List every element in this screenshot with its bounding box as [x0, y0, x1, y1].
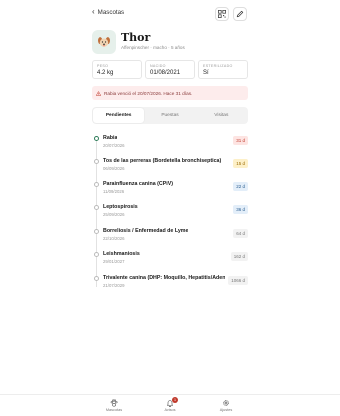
back-button[interactable]: ‹ Mascotas [92, 7, 125, 17]
edit-button[interactable] [233, 7, 247, 21]
birth-value: 01/08/2021 [150, 70, 181, 76]
nav-ajustes[interactable]: Ajustes [206, 399, 246, 412]
days-badge: 162 d [230, 252, 248, 261]
timeline-dot [94, 229, 99, 234]
vaccine-item[interactable]: Tos de las perreras (Bordetella bronchis… [92, 158, 248, 183]
vaccine-name: Rabia [103, 135, 118, 141]
sterilized-value: Sí [203, 70, 209, 76]
days-badge: 36 d [233, 205, 248, 214]
paw-icon [110, 399, 118, 407]
vaccine-item[interactable]: Borreliosis / Enfermedad de Lyme 22/10/2… [92, 228, 248, 253]
nav-mascotas[interactable]: Mascotas [94, 399, 134, 412]
sterilized-label: ESTERILIZADO [203, 64, 233, 68]
qr-icon [218, 10, 226, 18]
back-label: Mascotas [97, 9, 125, 16]
vaccine-date: 21/07/2029 [103, 283, 125, 288]
timeline-dot [94, 136, 99, 141]
pet-name: Thor [121, 31, 151, 44]
weight-label: PESO [97, 64, 109, 68]
bottom-nav: Mascotas 1 Avisos Ajustes [0, 394, 340, 416]
pencil-icon [236, 10, 244, 18]
tab-pendientes[interactable]: Pendientes [93, 108, 145, 123]
pet-subtitle: Affenpinscher · macho · 5 años [121, 45, 185, 50]
vaccine-date: 06/09/2026 [103, 166, 125, 171]
vaccine-date: 25/09/2026 [103, 212, 125, 217]
timeline-dot [94, 159, 99, 164]
vaccine-item[interactable]: Parainfluenza canina (CPiV) 11/09/2026 2… [92, 181, 248, 206]
vaccine-date: 22/10/2026 [103, 236, 125, 241]
nav-label: Ajustes [219, 408, 233, 412]
alert-text: Rabia venció el 20/07/2026. Hace 31 días… [104, 90, 193, 96]
notification-badge: 1 [172, 397, 178, 403]
vaccine-name: Borreliosis / Enfermedad de Lyme [103, 228, 189, 234]
overdue-alert: Rabia venció el 20/07/2026. Hace 31 días… [92, 86, 248, 100]
vaccine-item[interactable]: Leptospirosis 25/09/2026 36 d [92, 204, 248, 229]
days-badge: 1066 d [228, 276, 248, 285]
tab-puestas[interactable]: Puestas [144, 108, 195, 123]
days-badge: 22 d [233, 182, 248, 191]
pet-avatar [92, 30, 116, 54]
sterilized-card: ESTERILIZADO Sí [198, 60, 248, 79]
tab-visitas[interactable]: Visitas [196, 108, 247, 123]
vaccine-item[interactable]: Leishmaniosis 29/01/2027 162 d [92, 251, 248, 276]
nav-label: Avisos [164, 408, 176, 412]
pet-header: Thor Affenpinscher · macho · 5 años [92, 30, 262, 56]
weight-card: PESO 4.2 kg [92, 60, 142, 79]
nav-label: Mascotas [105, 408, 123, 412]
days-badge: 15 d [233, 159, 248, 168]
timeline-dot [94, 252, 99, 257]
gear-icon [223, 400, 229, 406]
top-bar: ‹ Mascotas [0, 0, 340, 26]
vaccine-name: Parainfluenza canina (CPiV) [103, 181, 174, 187]
days-badge: 64 d [233, 229, 248, 238]
birth-card: NACIDO 01/08/2021 [145, 60, 195, 79]
weight-value: 4.2 kg [97, 70, 114, 76]
vaccine-name: Tos de las perreras (Bordetella bronchis… [103, 158, 222, 164]
vaccine-item[interactable]: Trivalente canina (DHP: Moquillo, Hepati… [92, 275, 248, 300]
birth-label: NACIDO [150, 64, 166, 68]
vaccine-date: 11/09/2026 [103, 189, 125, 194]
timeline-dot [94, 276, 99, 281]
vaccine-date: 20/07/2026 [103, 143, 125, 148]
warning-triangle-icon [96, 90, 101, 96]
timeline-dot [94, 182, 99, 187]
vaccine-date: 29/01/2027 [103, 259, 125, 264]
dog-face-icon [98, 37, 110, 47]
days-badge: 31 d [233, 136, 248, 145]
nav-avisos[interactable]: 1 Avisos [150, 397, 190, 412]
timeline-dot [94, 205, 99, 210]
chevron-left-icon: ‹ [92, 7, 95, 16]
qr-button[interactable] [215, 7, 229, 21]
vaccine-name: Trivalente canina (DHP: Moquillo, Hepati… [103, 275, 225, 281]
vaccine-tabs: Pendientes Puestas Visitas [92, 107, 248, 124]
vaccine-name: Leishmaniosis [103, 251, 140, 257]
vaccine-name: Leptospirosis [103, 204, 138, 210]
vaccine-item[interactable]: Rabia 20/07/2026 31 d [92, 135, 248, 160]
